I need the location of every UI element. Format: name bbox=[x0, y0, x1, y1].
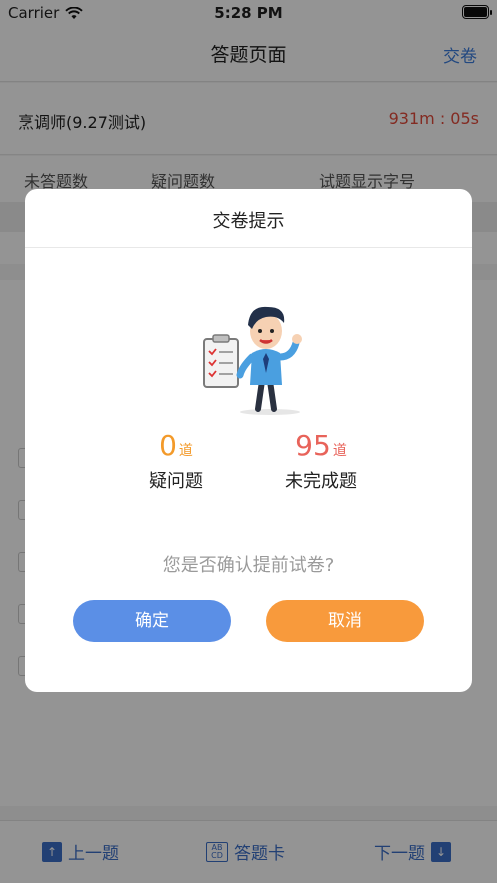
confirm-question: 您是否确认提前试卷? bbox=[162, 555, 335, 576]
doubt-question-count: 0 bbox=[159, 429, 177, 462]
unfinished-question-count: 95 bbox=[295, 429, 331, 462]
doubt-question-label: 疑问题 bbox=[149, 471, 203, 492]
unfinished-question-stat: 95 道 未完成题 bbox=[241, 429, 401, 493]
submit-confirm-dialog: 交卷提示 0道 疑问题 95 道 未完成题 您是否确认提前试卷? 确定 取消 bbox=[25, 189, 472, 692]
dialog-title: 交卷提示 bbox=[212, 211, 285, 232]
doubt-question-stat: 0道 疑问题 bbox=[96, 429, 256, 493]
unfinished-question-label: 未完成题 bbox=[285, 471, 357, 492]
confirm-button[interactable]: 确定 bbox=[73, 600, 231, 642]
dialog-divider bbox=[25, 247, 472, 248]
unfinished-question-unit: 道 bbox=[332, 443, 347, 459]
cancel-button[interactable]: 取消 bbox=[266, 600, 424, 642]
doubt-question-unit: 道 bbox=[178, 443, 193, 459]
man-with-clipboard-illustration bbox=[203, 306, 302, 415]
